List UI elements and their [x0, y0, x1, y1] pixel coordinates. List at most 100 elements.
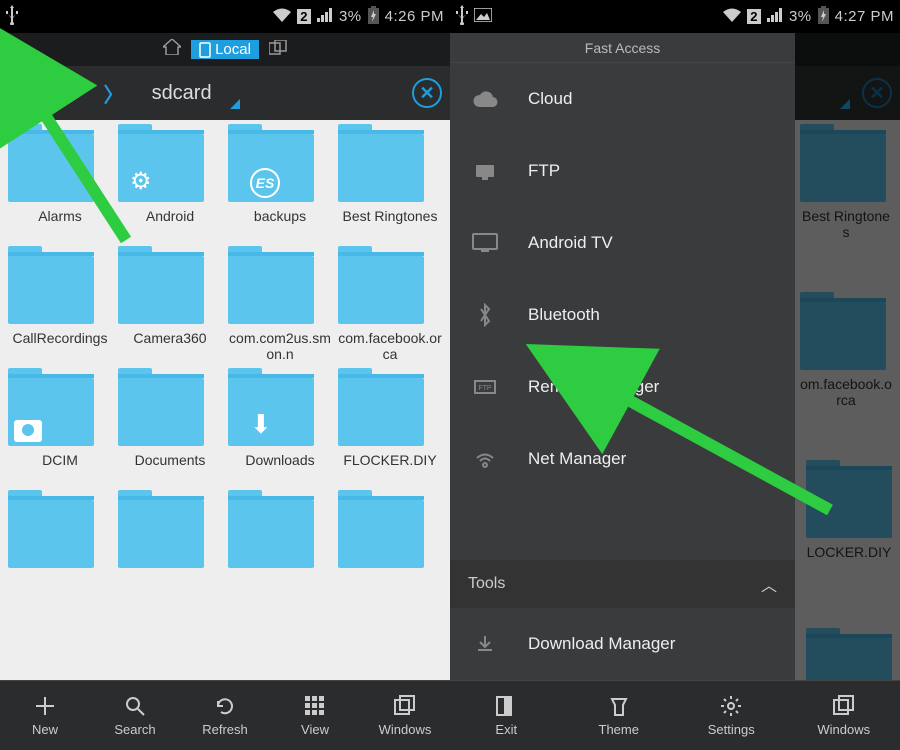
folder-item[interactable]: com.facebook.orca [338, 252, 442, 370]
folder-item[interactable]: Camera360 [118, 252, 222, 370]
folder-item[interactable]: DCIM [8, 374, 112, 492]
gear-icon: ⚙ [130, 168, 152, 196]
folder-item[interactable]: Documents [118, 374, 222, 492]
gear-icon [720, 694, 742, 718]
toolbar-settings[interactable]: Settings [675, 681, 788, 750]
folder-item[interactable] [118, 496, 222, 614]
toolbar-label: Windows [817, 722, 870, 737]
toolbar-label: Search [114, 722, 155, 737]
status-bar: 2 3% 4:27 PM [450, 0, 900, 33]
toolbar-label: Settings [708, 722, 755, 737]
drawer-item-bluetooth[interactable]: Bluetooth [450, 279, 795, 351]
drawer-item-label: FTP [528, 161, 560, 181]
folder-label: Android [118, 208, 222, 248]
folder-icon [8, 256, 112, 324]
battery-pct: 3% [339, 8, 362, 25]
drawer-item-ftp[interactable]: FTP [450, 135, 795, 207]
clock-text: 4:27 PM [835, 8, 894, 25]
path-bar: / 〉 sdcard ✕ [0, 66, 450, 120]
folder-icon [8, 134, 112, 202]
folder-label: Camera360 [118, 330, 222, 370]
folder-icon [8, 500, 112, 568]
toolbar-label: View [301, 722, 329, 737]
folder-item[interactable] [8, 496, 112, 614]
search-icon [124, 694, 146, 718]
folder-label [228, 574, 332, 614]
folder-item[interactable]: FLOCKER.DIY [338, 374, 442, 492]
drawer-section-label: Tools [468, 575, 505, 593]
folder-icon: ES [228, 134, 332, 202]
bottom-toolbar: New Search Refresh View Windows [0, 680, 450, 750]
drawer-item-remote-manager[interactable]: FTP Remote Manager [450, 351, 795, 423]
toolbar-theme[interactable]: Theme [563, 681, 676, 750]
drawer-item-net-manager[interactable]: Net Manager [450, 423, 795, 495]
drawer-item-label: Download Manager [528, 634, 675, 654]
drawer-item-label: Remote Manager [528, 377, 659, 397]
drawer-item-label: Bluetooth [528, 305, 600, 325]
usb-icon [456, 5, 468, 28]
drawer-header: Fast Access [450, 33, 795, 63]
folder-item[interactable]: CallRecordings [8, 252, 112, 370]
folder-icon [338, 256, 442, 324]
toolbar-refresh[interactable]: Refresh [180, 681, 270, 750]
drawer-item-label: Cloud [528, 89, 572, 109]
battery-charging-icon [368, 6, 379, 28]
folder-item[interactable]: Alarms [8, 130, 112, 248]
battery-charging-icon [818, 6, 829, 28]
toolbar-new[interactable]: New [0, 681, 90, 750]
folder-label: Documents [118, 452, 222, 492]
folder-icon [118, 256, 222, 324]
folder-icon [118, 500, 222, 568]
toolbar-windows[interactable]: Windows [788, 681, 900, 750]
folder-item[interactable]: Best Ringtones [338, 130, 442, 248]
folder-icon [8, 378, 112, 446]
drawer-list: Cloud FTP Android TV Bluetooth FTP Remote Man… [450, 63, 795, 560]
toolbar-windows[interactable]: Windows [360, 681, 450, 750]
status-bar: 2 3% 4:26 PM [0, 0, 450, 33]
folder-icon [338, 500, 442, 568]
folder-label: CallRecordings [8, 330, 112, 370]
folder-item[interactable] [228, 496, 332, 614]
ftp-icon [470, 156, 500, 186]
path-breadcrumb[interactable]: / 〉 sdcard [42, 77, 412, 109]
folder-label: Downloads [228, 452, 332, 492]
toolbar-view[interactable]: View [270, 681, 360, 750]
drawer-item-android-tv[interactable]: Android TV [450, 207, 795, 279]
drawer-item-download-manager[interactable]: Download Manager [450, 608, 795, 680]
picture-icon [474, 8, 492, 25]
chevron-up-icon: ︿ [761, 572, 777, 596]
right-screen: 2 3% 4:27 PM ✕ Best Ringtonesom.facebook… [450, 0, 900, 750]
wifi-icon [723, 8, 741, 26]
drawer-item-cloud[interactable]: Cloud [450, 63, 795, 135]
hamburger-menu-button[interactable] [8, 76, 42, 110]
exit-icon [495, 694, 517, 718]
folder-item[interactable]: com.com2us.smon.n [228, 252, 332, 370]
path-root[interactable]: / [42, 82, 104, 105]
path-current[interactable]: sdcard [124, 82, 240, 105]
folder-label [8, 574, 112, 614]
toolbar-exit[interactable]: Exit [450, 681, 563, 750]
folder-item[interactable] [338, 496, 442, 614]
plus-icon [34, 694, 56, 718]
home-icon[interactable] [163, 39, 181, 60]
usb-icon [6, 5, 18, 28]
toolbar-search[interactable]: Search [90, 681, 180, 750]
multi-window-icon[interactable] [269, 40, 287, 59]
location-badge[interactable]: Local [191, 40, 259, 59]
svg-text:FTP: FTP [478, 385, 492, 392]
battery-pct: 3% [789, 8, 812, 25]
drawer-section-tools[interactable]: Tools ︿ [450, 560, 795, 608]
remote-icon: FTP [470, 372, 500, 402]
bt-icon [470, 300, 500, 330]
folder-item[interactable]: ESbackups [228, 130, 332, 248]
camera-icon [14, 420, 42, 442]
wifi-icon [470, 444, 500, 474]
folder-label: FLOCKER.DIY [338, 452, 442, 492]
folder-label [118, 574, 222, 614]
close-tab-button[interactable]: ✕ [412, 78, 442, 108]
download-icon: ⬇ [250, 410, 272, 440]
sim-badge: 2 [747, 9, 761, 24]
folder-item[interactable]: ⚙ Android [118, 130, 222, 248]
clock-text: 4:26 PM [385, 8, 444, 25]
folder-item[interactable]: ⬇ Downloads [228, 374, 332, 492]
